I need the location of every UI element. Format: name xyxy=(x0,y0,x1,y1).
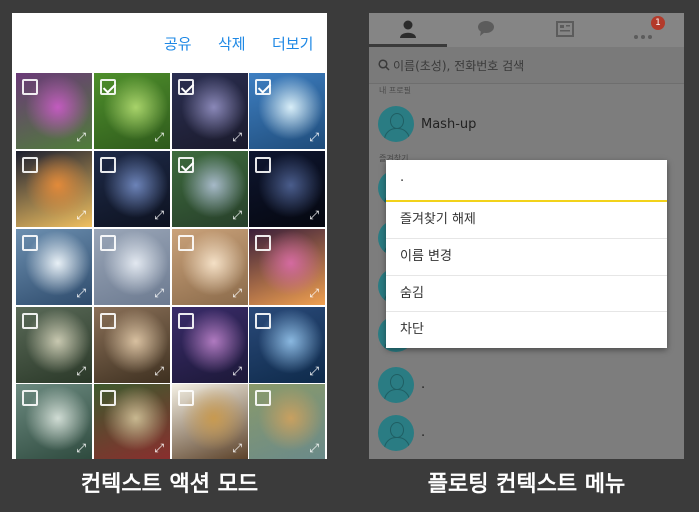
right-phone-screen: 1 이름(초성), 전화번호 검색 내 프로필 Mash-up 즐겨찾기 . .… xyxy=(369,13,684,459)
expand-icon[interactable]: ⤢ xyxy=(309,209,319,221)
contextual-action-bar: 공유 삭제 더보기 xyxy=(12,13,327,71)
select-checkbox[interactable] xyxy=(100,79,116,95)
chats-tab-icon[interactable] xyxy=(476,19,496,39)
profile-name[interactable]: Mash-up xyxy=(421,117,476,132)
photo-tile[interactable]: ⤢ xyxy=(16,73,92,149)
photo-tile[interactable]: ⤢ xyxy=(16,384,92,459)
expand-icon[interactable]: ⤢ xyxy=(76,209,86,221)
friends-tab-icon[interactable] xyxy=(398,19,418,39)
friend-name[interactable]: . xyxy=(421,377,425,392)
tab-bar: 1 xyxy=(369,13,684,47)
friend-avatar[interactable] xyxy=(378,415,414,451)
friend-avatar[interactable] xyxy=(378,367,414,403)
select-checkbox[interactable] xyxy=(178,157,194,173)
select-checkbox[interactable] xyxy=(100,313,116,329)
expand-icon[interactable]: ⤢ xyxy=(232,209,242,221)
menu-item-hide[interactable]: 숨김 xyxy=(386,275,667,311)
menu-header: . xyxy=(386,160,667,202)
photo-tile[interactable]: ⤢ xyxy=(249,73,325,149)
photo-tile[interactable]: ⤢ xyxy=(94,384,170,459)
photo-tile[interactable]: ⤢ xyxy=(249,384,325,459)
photo-grid: ⤢ ⤢ ⤢ ⤢ ⤢ ⤢ ⤢ ⤢ ⤢ ⤢ ⤢ ⤢ ⤢ ⤢ ⤢ ⤢ ⤢ ⤢ ⤢ ⤢ xyxy=(12,71,327,459)
expand-icon[interactable]: ⤢ xyxy=(154,209,164,221)
expand-icon[interactable]: ⤢ xyxy=(154,442,164,454)
select-checkbox[interactable] xyxy=(255,313,271,329)
menu-item-unfavorite[interactable]: 즐겨찾기 해제 xyxy=(386,202,667,238)
expand-icon[interactable]: ⤢ xyxy=(232,287,242,299)
expand-icon[interactable]: ⤢ xyxy=(309,442,319,454)
select-checkbox[interactable] xyxy=(22,390,38,406)
expand-icon[interactable]: ⤢ xyxy=(154,131,164,143)
select-checkbox[interactable] xyxy=(22,313,38,329)
expand-icon[interactable]: ⤢ xyxy=(154,365,164,377)
select-checkbox[interactable] xyxy=(178,235,194,251)
photo-tile[interactable]: ⤢ xyxy=(172,151,248,227)
channel-tab-icon[interactable] xyxy=(555,19,575,39)
photo-tile[interactable]: ⤢ xyxy=(94,73,170,149)
photo-tile[interactable]: ⤢ xyxy=(249,229,325,305)
expand-icon[interactable]: ⤢ xyxy=(76,442,86,454)
search-icon xyxy=(378,59,390,71)
expand-icon[interactable]: ⤢ xyxy=(309,365,319,377)
left-caption: 컨텍스트 액션 모드 xyxy=(80,472,259,497)
select-checkbox[interactable] xyxy=(178,313,194,329)
select-checkbox[interactable] xyxy=(255,79,271,95)
expand-icon[interactable]: ⤢ xyxy=(232,131,242,143)
notification-badge: 1 xyxy=(651,16,665,30)
right-caption: 플로팅 컨텍스트 메뉴 xyxy=(427,472,626,497)
photo-tile[interactable]: ⤢ xyxy=(16,151,92,227)
select-checkbox[interactable] xyxy=(22,235,38,251)
menu-title: . xyxy=(400,170,405,185)
friend-name[interactable]: . xyxy=(421,425,425,440)
photo-tile[interactable]: ⤢ xyxy=(172,229,248,305)
select-checkbox[interactable] xyxy=(255,235,271,251)
expand-icon[interactable]: ⤢ xyxy=(232,365,242,377)
select-checkbox[interactable] xyxy=(22,79,38,95)
select-checkbox[interactable] xyxy=(100,157,116,173)
search-bar[interactable]: 이름(초성), 전화번호 검색 xyxy=(369,47,684,84)
select-checkbox[interactable] xyxy=(178,79,194,95)
search-placeholder: 이름(초성), 전화번호 검색 xyxy=(393,59,525,73)
photo-tile[interactable]: ⤢ xyxy=(16,229,92,305)
photo-tile[interactable]: ⤢ xyxy=(249,307,325,383)
photo-tile[interactable]: ⤢ xyxy=(94,307,170,383)
menu-item-block[interactable]: 차단 xyxy=(386,311,667,347)
photo-tile[interactable]: ⤢ xyxy=(172,73,248,149)
left-phone-screen: 공유 삭제 더보기 ⤢ ⤢ ⤢ ⤢ ⤢ ⤢ ⤢ ⤢ ⤢ ⤢ ⤢ ⤢ ⤢ ⤢ ⤢ ⤢ ⤢ ⤢ ⤢ ⤢ xyxy=(12,13,327,459)
expand-icon[interactable]: ⤢ xyxy=(232,442,242,454)
select-checkbox[interactable] xyxy=(100,235,116,251)
expand-icon[interactable]: ⤢ xyxy=(76,131,86,143)
more-button[interactable]: 더보기 xyxy=(272,33,313,54)
photo-tile[interactable]: ⤢ xyxy=(94,229,170,305)
select-checkbox[interactable] xyxy=(22,157,38,173)
expand-icon[interactable]: ⤢ xyxy=(309,287,319,299)
delete-button[interactable]: 삭제 xyxy=(218,33,246,54)
profile-avatar[interactable] xyxy=(378,106,414,142)
my-profile-section-label: 내 프로필 xyxy=(379,86,411,95)
expand-icon[interactable]: ⤢ xyxy=(309,131,319,143)
photo-tile[interactable]: ⤢ xyxy=(172,384,248,459)
expand-icon[interactable]: ⤢ xyxy=(154,287,164,299)
photo-tile[interactable]: ⤢ xyxy=(16,307,92,383)
photo-tile[interactable]: ⤢ xyxy=(172,307,248,383)
expand-icon[interactable]: ⤢ xyxy=(76,365,86,377)
select-checkbox[interactable] xyxy=(178,390,194,406)
photo-tile[interactable]: ⤢ xyxy=(249,151,325,227)
menu-item-rename[interactable]: 이름 변경 xyxy=(386,238,667,274)
select-checkbox[interactable] xyxy=(255,157,271,173)
expand-icon[interactable]: ⤢ xyxy=(76,287,86,299)
floating-context-menu: . 즐겨찾기 해제 이름 변경 숨김 차단 xyxy=(386,160,667,348)
photo-tile[interactable]: ⤢ xyxy=(94,151,170,227)
more-tab-icon[interactable] xyxy=(633,25,653,45)
select-checkbox[interactable] xyxy=(100,390,116,406)
share-button[interactable]: 공유 xyxy=(164,33,192,54)
select-checkbox[interactable] xyxy=(255,390,271,406)
